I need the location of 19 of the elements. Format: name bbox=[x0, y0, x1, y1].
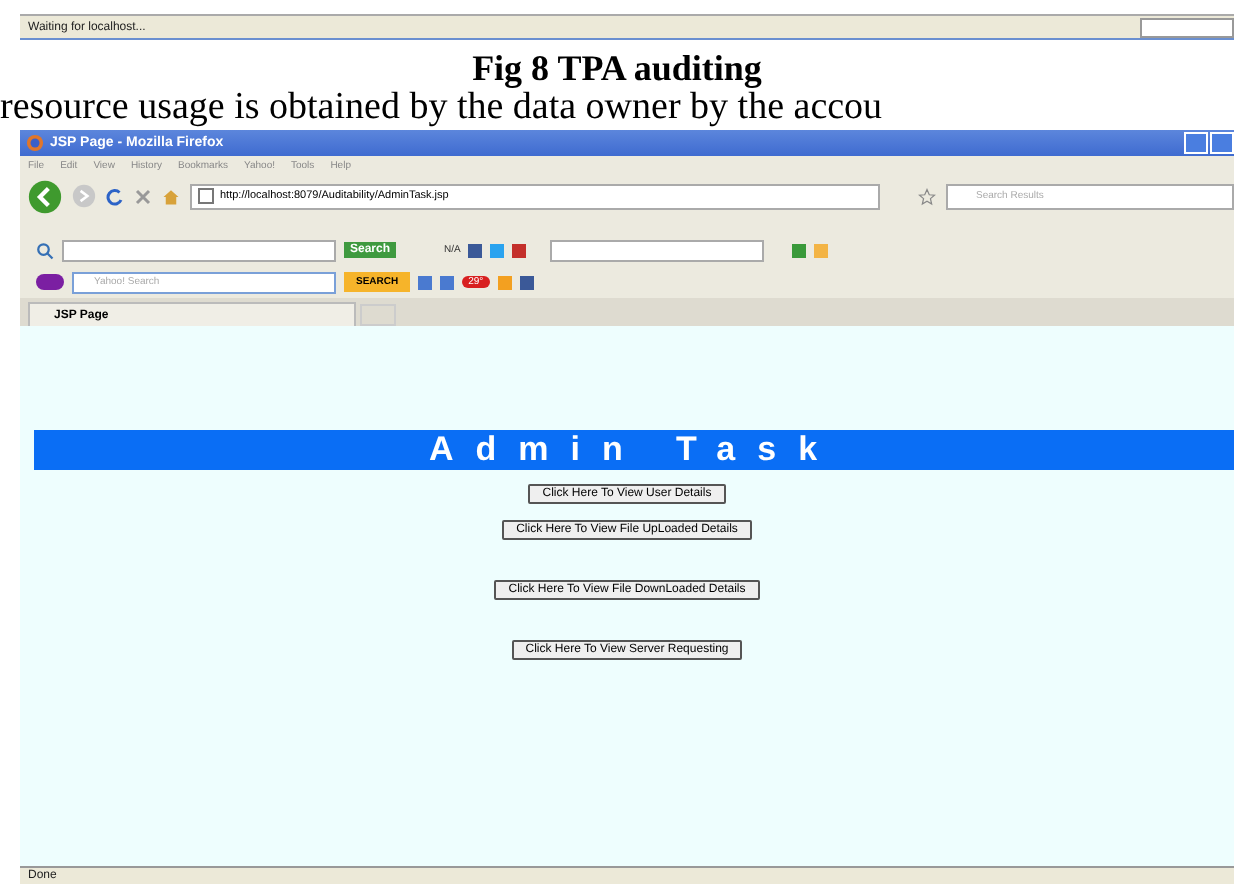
square-icon[interactable] bbox=[468, 243, 483, 257]
status-field bbox=[1140, 17, 1234, 37]
minimize-button[interactable] bbox=[1184, 132, 1208, 154]
back-icon[interactable] bbox=[28, 179, 62, 213]
maximize-button[interactable] bbox=[1210, 132, 1234, 154]
home-icon[interactable] bbox=[162, 187, 180, 205]
square-icon[interactable] bbox=[418, 275, 433, 289]
square-icon[interactable] bbox=[512, 243, 527, 257]
page-heading: Admin Task bbox=[34, 430, 1234, 470]
close-icon[interactable] bbox=[134, 187, 152, 205]
body-text: resource usage is obtained by the data owner by the accou bbox=[0, 88, 885, 128]
square-icon[interactable] bbox=[519, 275, 534, 289]
magnifier-icon[interactable] bbox=[36, 241, 54, 259]
figure-caption: Fig 8 TPA auditing bbox=[470, 50, 764, 86]
toolbar-field[interactable] bbox=[550, 239, 765, 261]
star-icon[interactable] bbox=[918, 187, 936, 205]
reload-icon[interactable] bbox=[106, 187, 124, 205]
square-icon[interactable] bbox=[792, 243, 807, 257]
toolbar-search-field[interactable] bbox=[62, 239, 336, 261]
